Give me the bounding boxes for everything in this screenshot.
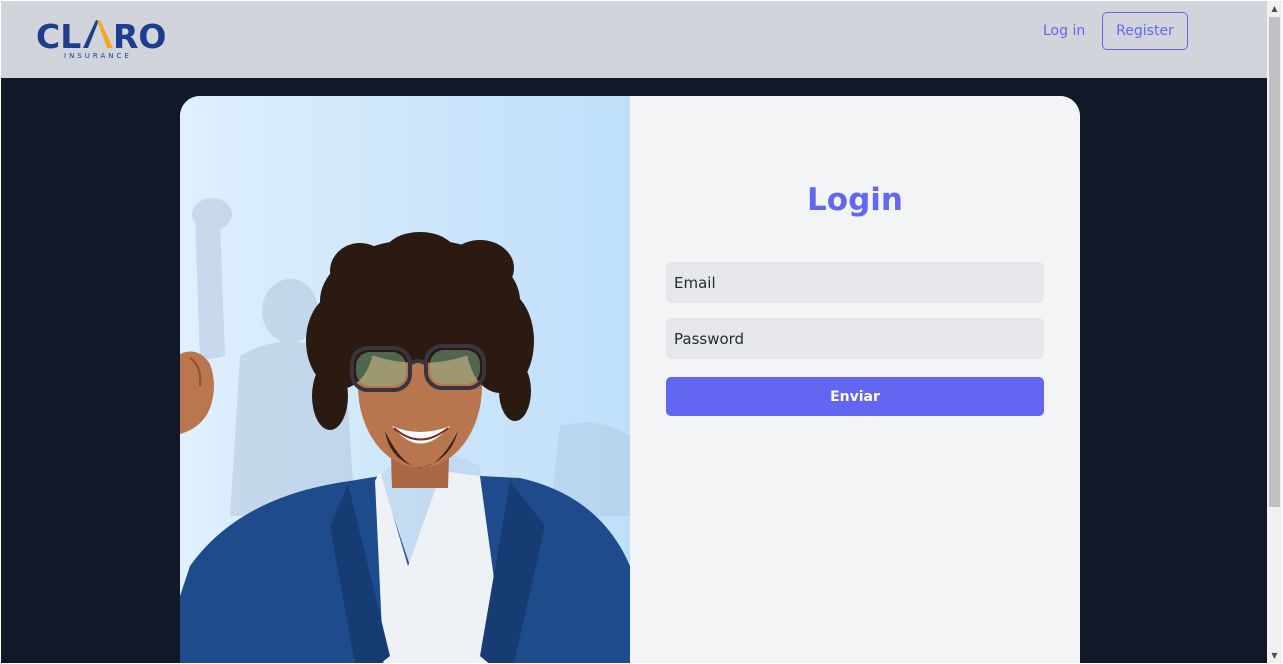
scroll-up-arrow-icon[interactable]: ▲ [1267,1,1282,16]
register-button[interactable]: Register [1102,12,1188,50]
scroll-thumb[interactable] [1269,17,1280,507]
submit-button[interactable]: Enviar [666,377,1044,416]
svg-text:CL: CL [36,17,81,56]
vertical-scrollbar[interactable]: ▲ ▼ [1267,1,1282,663]
claro-insurance-logo[interactable]: CL RO INSURANCE [36,14,166,62]
login-title: Login [807,182,903,218]
hero-photo [180,96,630,663]
svg-text:RO: RO [113,17,166,56]
password-input[interactable] [666,318,1044,359]
navbar: CL RO INSURANCE Log in Register [1,1,1267,78]
page: CL RO INSURANCE Log in Register Login Em… [1,1,1267,663]
smiling-man-illustration [180,198,630,663]
login-form-panel: Login Enviar [630,96,1080,663]
login-card: Login Enviar [180,96,1080,663]
logo-subtitle: INSURANCE [64,52,132,60]
login-link[interactable]: Log in [1037,21,1091,45]
email-input[interactable] [666,262,1044,303]
scroll-down-arrow-icon[interactable]: ▼ [1267,648,1282,663]
